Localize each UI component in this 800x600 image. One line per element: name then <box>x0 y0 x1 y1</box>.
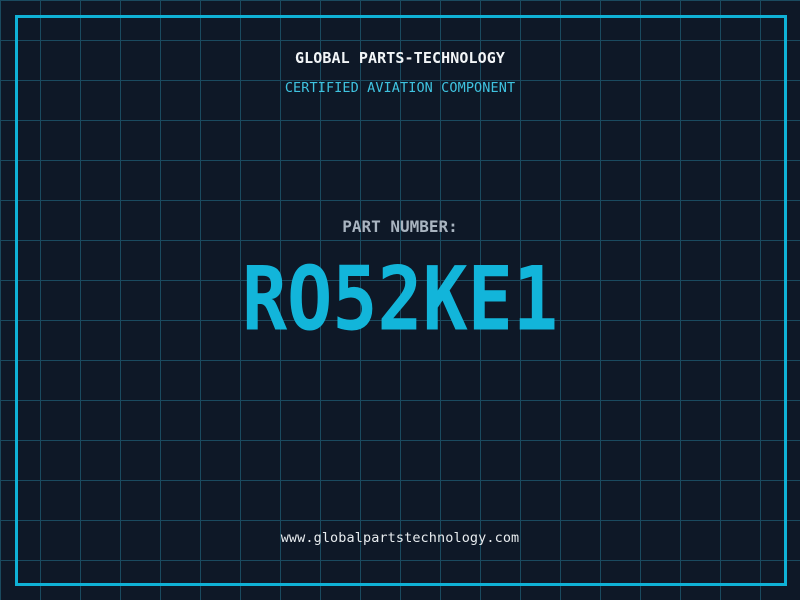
part-label-card: GLOBAL PARTS-TECHNOLOGY CERTIFIED AVIATI… <box>0 0 800 600</box>
website-url: www.globalpartstechnology.com <box>280 530 520 546</box>
part-number-label: PART NUMBER: <box>342 217 458 236</box>
company-name: GLOBAL PARTS-TECHNOLOGY <box>294 49 505 67</box>
certification-subtitle: CERTIFIED AVIATION COMPONENT <box>284 80 516 96</box>
part-number-value: RO52KE1 <box>241 246 559 351</box>
